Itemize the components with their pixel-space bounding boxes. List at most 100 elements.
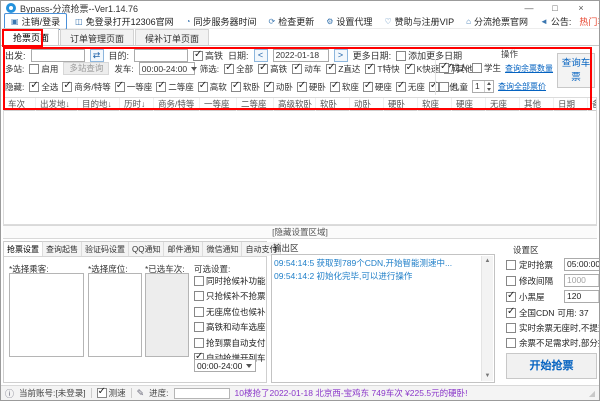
train-type-checkbox[interactable]: 高铁	[258, 63, 287, 75]
train-type-checkbox[interactable]: 全部	[224, 63, 253, 75]
price-link[interactable]: 查询全部票价	[498, 81, 546, 92]
main-tab[interactable]: 候补订单页面	[135, 29, 209, 45]
option-checkbox[interactable]: 高铁和动车选座	[194, 320, 266, 336]
seat-type-checkbox[interactable]: 全选	[29, 81, 58, 93]
header-cell[interactable]: 车次	[4, 98, 36, 111]
option-checkbox[interactable]: 抢到票自动支付	[194, 335, 266, 351]
checkbox	[194, 322, 204, 332]
output-scrollbar[interactable]: ▲ ▼	[481, 256, 493, 381]
panel-tab[interactable]: 微信通知	[203, 242, 242, 256]
train-type-checkbox[interactable]: T特快	[365, 63, 399, 75]
log-line: 09:54:14:2 初始化完毕,可以进行操作	[274, 270, 480, 283]
header-cell[interactable]: 软卧	[316, 98, 350, 111]
black-room-checkbox[interactable]	[506, 292, 516, 302]
header-cell[interactable]: 目的地↓	[78, 98, 120, 111]
child-count-spinner[interactable]: 1	[472, 80, 494, 93]
cdn-checkbox[interactable]	[506, 308, 516, 318]
spinner-arrows-icon[interactable]	[484, 81, 493, 92]
seat-type-checkbox[interactable]: 高软	[198, 81, 227, 93]
header-cell[interactable]: 无座	[486, 98, 520, 111]
query-tickets-button[interactable]: 查询车票	[557, 53, 595, 88]
adult-checkbox[interactable]: 成人	[439, 62, 468, 74]
seat-type-checkbox[interactable]: 硬卧	[297, 81, 326, 93]
header-cell[interactable]: 历时↓	[120, 98, 154, 111]
student-checkbox[interactable]: 学生	[472, 62, 501, 74]
partial-submit-row: 余票不足需求时,部分提交	[506, 336, 600, 349]
panel-tab[interactable]: QQ通知	[129, 242, 164, 256]
train-type-checkbox[interactable]: 动车	[292, 63, 321, 75]
remaining-tickets-link[interactable]: 查询余票数量	[505, 63, 553, 74]
realtime-no-submit-row: 实时余票无座时,不提交	[506, 321, 600, 334]
maximize-button[interactable]: □	[542, 3, 568, 13]
partial-submit-checkbox[interactable]	[506, 338, 516, 348]
child-checkbox[interactable]: 儿童	[439, 81, 468, 93]
main-tabbar: 抢票页面 订单管理页面 候补订单页面	[1, 29, 599, 46]
header-cell[interactable]: 其他	[520, 98, 554, 111]
seat-type-checkbox[interactable]: 动卧	[264, 81, 293, 93]
checkbox	[193, 51, 203, 61]
modify-interval-checkbox[interactable]	[506, 276, 516, 286]
menu-open-12306[interactable]: ◫ 免登录打开12306官网	[69, 14, 180, 29]
grab-time-select[interactable]: 00:00-24:00	[194, 359, 256, 372]
child-group: 儿童 1 查询全部票价	[439, 80, 546, 93]
seat-listbox[interactable]	[88, 273, 142, 357]
checkbox	[115, 82, 125, 92]
header-cell[interactable]: 商务/特等	[154, 98, 200, 111]
option-checkbox[interactable]: 同时抢候补功能	[194, 273, 266, 289]
header-cell[interactable]: 二等座	[237, 98, 274, 111]
header-cell[interactable]: 一等座	[200, 98, 237, 111]
menu-item-label: 设置代理	[336, 15, 372, 28]
selected-train-listbox[interactable]	[145, 273, 189, 357]
modify-interval-spinner[interactable]: 1000	[564, 274, 600, 287]
scroll-up-icon[interactable]: ▲	[485, 256, 491, 266]
header-cell[interactable]: 硬卧	[384, 98, 418, 111]
panel-tab[interactable]: 验证码设置	[82, 242, 129, 256]
header-cell[interactable]: 软座	[418, 98, 452, 111]
close-button[interactable]: ×	[568, 3, 594, 13]
option-checkbox[interactable]: 无座席位也候补	[194, 304, 266, 320]
output-log-box[interactable]: 09:54:14:5 获取到789个CDN,开始智能测速中... 09:54:1…	[271, 254, 495, 383]
menu-official-site[interactable]: ⌂ 分流抢票官网	[460, 14, 534, 29]
seat-type-checkbox[interactable]: 商务/特等	[62, 81, 110, 93]
header-cell[interactable]: 日期	[554, 98, 588, 111]
passenger-listbox[interactable]	[9, 273, 84, 357]
panel-tab[interactable]: 抢票设置	[4, 241, 43, 256]
seat-type-checkbox[interactable]: 硬座	[363, 81, 392, 93]
header-cell[interactable]: 动卧	[350, 98, 384, 111]
realtime-no-submit-checkbox[interactable]	[506, 323, 516, 333]
start-grab-button[interactable]: 开始抢票	[506, 353, 597, 379]
seat-type-checkbox[interactable]: 无座	[396, 81, 425, 93]
option-checkbox[interactable]: 只抢候补不抢票	[194, 289, 266, 305]
seat-type-checkbox[interactable]: 软座	[330, 81, 359, 93]
panel-tab[interactable]: 查询起售	[43, 242, 82, 256]
header-cell[interactable]: 高级软卧	[274, 98, 316, 111]
collapse-settings-bar[interactable]: [隐藏设置区域]	[3, 225, 597, 239]
multi-station-enable-checkbox[interactable]: 启用	[29, 63, 58, 75]
main-tab[interactable]: 订单管理页面	[60, 29, 134, 45]
menu-proxy[interactable]: ⚙ 设置代理	[320, 14, 378, 29]
timed-grab-spinner[interactable]: 05:00:00	[564, 258, 600, 271]
depart-time-select[interactable]: 00:00-24:00	[139, 62, 195, 75]
scroll-down-icon[interactable]: ▼	[485, 371, 491, 381]
speed-test-checkbox[interactable]: 测速	[97, 387, 126, 399]
main-tab[interactable]: 抢票页面	[3, 28, 59, 45]
black-room-spinner[interactable]: 120	[564, 290, 600, 303]
seat-type-checkbox[interactable]: 一等座	[115, 81, 153, 93]
seat-type-checkbox[interactable]: 软卧	[231, 81, 260, 93]
menu-vip[interactable]: ♡ 赞助与注册VIP	[378, 14, 460, 29]
menu-sync-time[interactable]: ◔ 同步服务器时间	[180, 14, 263, 29]
table-body[interactable]	[4, 111, 596, 224]
minimize-button[interactable]: —	[516, 3, 542, 13]
timed-grab-checkbox[interactable]	[506, 260, 516, 270]
menu-announcement[interactable]: ◄ 公告:	[534, 14, 577, 29]
panel-tab[interactable]: 邮件通知	[164, 242, 203, 256]
header-cell[interactable]: 硬座	[452, 98, 486, 111]
header-cell[interactable]: 备注	[588, 98, 596, 111]
train-type-checkbox[interactable]: Z直达	[326, 63, 360, 75]
menu-check-update[interactable]: ⟳ 检查更新	[263, 14, 321, 29]
seat-type-group: 全选 商务/特等 一等座 二等座	[29, 81, 458, 93]
header-cell[interactable]: 出发地↓	[36, 98, 78, 111]
resize-grip-icon[interactable]: ◢	[589, 389, 595, 398]
multi-station-query-button[interactable]: 多站查询	[63, 62, 109, 75]
seat-type-checkbox[interactable]: 二等座	[156, 81, 194, 93]
